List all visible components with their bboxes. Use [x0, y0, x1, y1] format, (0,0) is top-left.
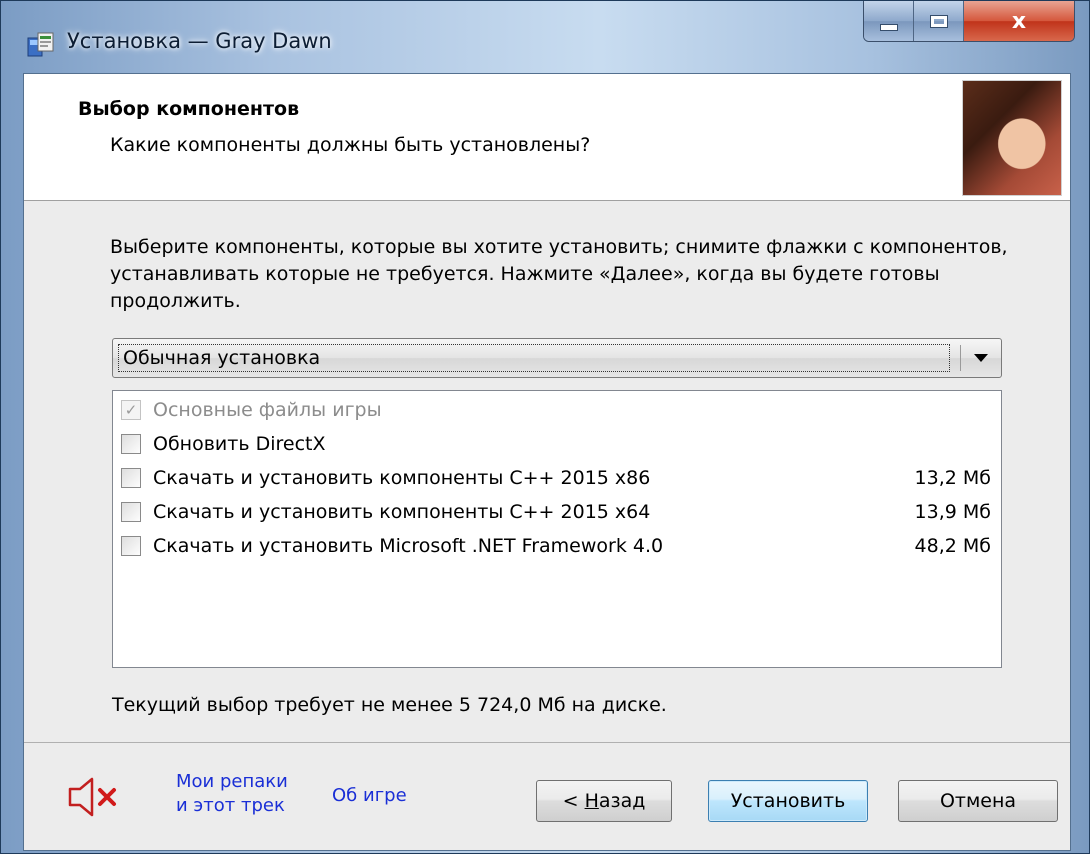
close-button[interactable]: x — [964, 1, 1074, 41]
component-label: Скачать и установить компоненты C++ 2015… — [153, 467, 651, 489]
wizard-page: Выбор компонентов Какие компоненты должн… — [23, 73, 1071, 851]
component-label: Скачать и установить компоненты C++ 2015… — [153, 501, 651, 523]
component-checkbox-dotnet[interactable] — [121, 536, 141, 556]
caption-buttons: x — [863, 1, 1075, 42]
my-repacks-link[interactable]: Мои репаки и этот трек — [176, 770, 288, 818]
component-label: Обновить DirectX — [153, 433, 326, 455]
component-size: 13,9 Мб — [914, 501, 991, 523]
installer-app-icon — [27, 32, 54, 57]
link-line-1: Мои репаки — [176, 771, 288, 792]
back-accelerator: Н — [584, 790, 599, 812]
minimize-button[interactable] — [864, 1, 914, 41]
link-line-2: и этот трек — [176, 795, 285, 816]
component-size: 48,2 Мб — [914, 535, 991, 557]
setup-type-dropdown[interactable]: Обычная установка — [112, 338, 1002, 378]
component-checkbox-directx[interactable] — [121, 434, 141, 454]
maximize-icon — [929, 14, 948, 28]
installer-window: Установка — Gray Dawn x Выбор компоненто… — [0, 0, 1090, 854]
components-list[interactable]: ✓ Основные файлы игры Обновить DirectX С… — [112, 390, 1002, 668]
component-size: 13,2 Мб — [914, 467, 991, 489]
about-game-link[interactable]: Об игре — [332, 784, 407, 808]
page-subtitle: Какие компоненты должны быть установлены… — [110, 134, 591, 156]
dropdown-separator — [960, 345, 961, 371]
install-button[interactable]: Установить — [708, 780, 868, 822]
component-checkbox-main-files: ✓ — [121, 400, 141, 420]
back-prefix: < — [562, 790, 585, 812]
back-button[interactable]: < Назад — [536, 780, 672, 822]
wizard-header: Выбор компонентов Какие компоненты должн… — [24, 74, 1070, 201]
title-bar[interactable]: Установка — Gray Dawn x — [1, 1, 1089, 73]
instructions-text: Выберите компоненты, которые вы хотите у… — [110, 236, 1008, 312]
component-item[interactable]: Обновить DirectX — [121, 429, 991, 459]
minimize-icon — [879, 23, 898, 31]
footer-divider — [24, 742, 1070, 743]
maximize-button[interactable] — [914, 1, 964, 41]
component-item[interactable]: Скачать и установить компоненты C++ 2015… — [121, 463, 991, 493]
component-label: Основные файлы игры — [153, 399, 382, 421]
setup-type-value: Обычная установка — [118, 344, 950, 372]
component-checkbox-cpp-x64[interactable] — [121, 502, 141, 522]
component-label: Скачать и установить Microsoft .NET Fram… — [153, 535, 664, 557]
component-item[interactable]: Скачать и установить компоненты C++ 2015… — [121, 497, 991, 527]
component-item[interactable]: Скачать и установить Microsoft .NET Fram… — [121, 531, 991, 561]
page-title: Выбор компонентов — [78, 98, 300, 120]
chevron-down-icon[interactable] — [974, 354, 988, 362]
speaker-muted-icon[interactable] — [66, 774, 122, 820]
disk-space-requirement: Текущий выбор требует не менее 5 724,0 М… — [112, 694, 667, 716]
cancel-button[interactable]: Отмена — [898, 780, 1058, 822]
component-checkbox-cpp-x86[interactable] — [121, 468, 141, 488]
component-item: ✓ Основные файлы игры — [121, 395, 991, 425]
header-portrait-image — [962, 80, 1062, 196]
back-rest: азад — [598, 790, 646, 812]
close-icon: x — [1011, 8, 1027, 34]
window-title: Установка — Gray Dawn — [67, 29, 332, 53]
